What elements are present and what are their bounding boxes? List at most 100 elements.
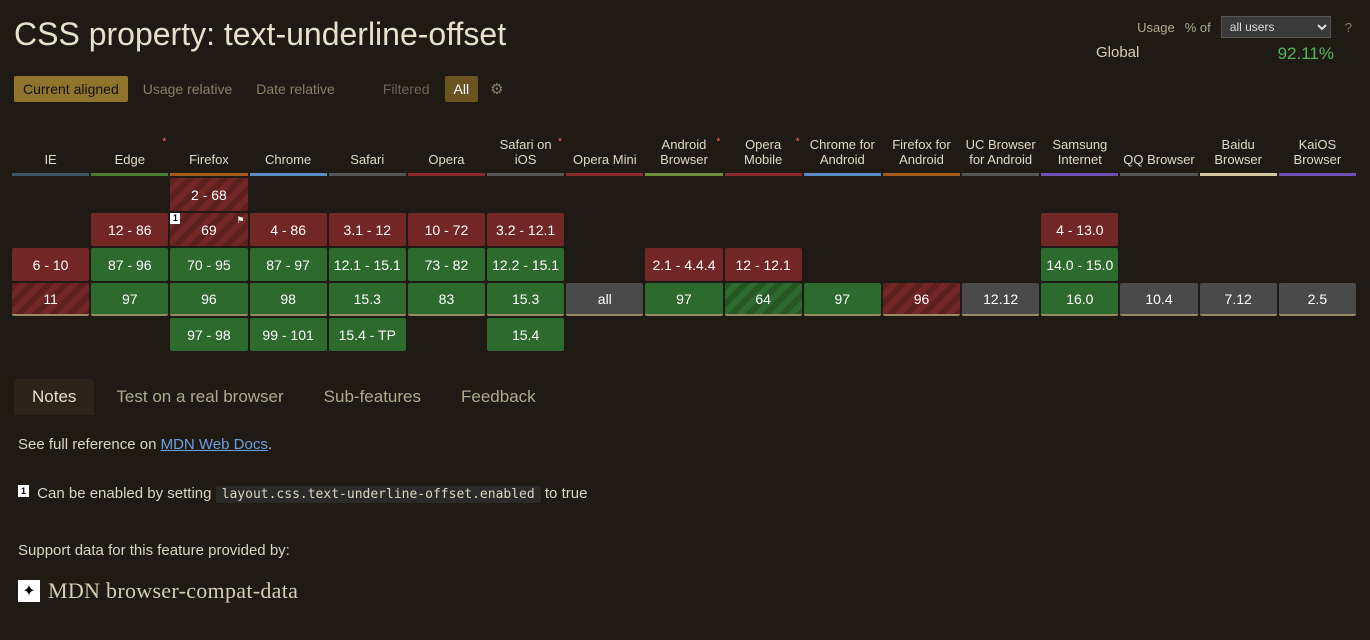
support-cell[interactable]: 12.1 - 15.1 — [329, 248, 406, 281]
support-cell[interactable]: 15.3 — [487, 283, 564, 316]
support-cell[interactable]: 10.4 — [1120, 283, 1197, 316]
support-cell — [1041, 178, 1118, 211]
support-cell[interactable]: 98 — [250, 283, 327, 316]
support-cell[interactable]: 7.12 — [1200, 283, 1277, 316]
support-cell[interactable]: 97 — [804, 283, 881, 316]
filter-filtered[interactable]: Filtered — [374, 76, 439, 102]
tab-feedback[interactable]: Feedback — [443, 379, 554, 415]
tab-notes[interactable]: Notes — [14, 379, 94, 415]
support-cell — [962, 318, 1039, 351]
support-cell[interactable]: 83 — [408, 283, 485, 316]
support-cell — [1279, 318, 1356, 351]
note-index-badge: 1 — [18, 485, 29, 497]
support-cell[interactable]: 97 — [645, 283, 722, 316]
note1-prefix: Can be enabled by setting — [33, 485, 216, 502]
support-cell — [883, 213, 960, 246]
tabs: NotesTest on a real browserSub-featuresF… — [0, 353, 1370, 421]
support-cell[interactable]: 99 - 101 — [250, 318, 327, 351]
support-cell[interactable]: 12.2 - 15.1 — [487, 248, 564, 281]
support-cell[interactable]: 15.4 - TP — [329, 318, 406, 351]
browser-header[interactable]: UC Browser for Android — [962, 118, 1039, 176]
support-cell[interactable]: 12 - 86 — [91, 213, 168, 246]
mdn-docs-link[interactable]: MDN Web Docs — [161, 436, 268, 453]
userset-select[interactable]: all users — [1221, 16, 1331, 38]
support-cell — [725, 213, 802, 246]
browser-header[interactable]: KaiOS Browser — [1279, 118, 1356, 176]
browser-header[interactable]: Chrome — [250, 118, 327, 176]
support-cell[interactable]: 16.0 — [1041, 283, 1118, 316]
note1-code: layout.css.text-underline-offset.enabled — [216, 486, 541, 503]
filter-current-aligned[interactable]: Current aligned — [14, 76, 128, 102]
support-cell[interactable]: 87 - 97 — [250, 248, 327, 281]
support-cell[interactable]: 15.4 — [487, 318, 564, 351]
support-cell — [12, 318, 89, 351]
browser-header[interactable]: QQ Browser — [1120, 118, 1197, 176]
support-cell — [962, 213, 1039, 246]
support-cell[interactable]: 73 - 82 — [408, 248, 485, 281]
support-cell[interactable]: 96 — [170, 283, 247, 316]
support-cell[interactable]: 12 - 12.1 — [725, 248, 802, 281]
browser-header[interactable]: Safari on iOS* — [487, 118, 564, 176]
support-cell — [91, 178, 168, 211]
support-cell[interactable]: 3.1 - 12 — [329, 213, 406, 246]
support-cell[interactable]: 3.2 - 12.1 — [487, 213, 564, 246]
support-cell — [1120, 318, 1197, 351]
support-cell[interactable]: 4 - 86 — [250, 213, 327, 246]
tab-sub-features[interactable]: Sub-features — [306, 379, 439, 415]
support-cell — [1200, 248, 1277, 281]
support-cell[interactable]: 14.0 - 15.0 — [1041, 248, 1118, 281]
browser-header[interactable]: Safari — [329, 118, 406, 176]
notes-ref-prefix: See full reference on — [18, 436, 161, 453]
support-cell — [12, 178, 89, 211]
support-cell — [1120, 213, 1197, 246]
gear-icon[interactable]: ⚙ — [490, 80, 503, 98]
browser-header[interactable]: Firefox — [170, 118, 247, 176]
browser-header[interactable]: Samsung Internet — [1041, 118, 1118, 176]
support-cell[interactable]: 70 - 95 — [170, 248, 247, 281]
support-cell — [804, 178, 881, 211]
support-cell — [487, 178, 564, 211]
support-cell — [962, 248, 1039, 281]
support-cell[interactable]: 64 — [725, 283, 802, 316]
filter-date-relative[interactable]: Date relative — [247, 76, 344, 102]
filter-all[interactable]: All — [445, 76, 479, 102]
support-cell[interactable]: 11 — [12, 283, 89, 316]
support-cell[interactable]: 15.3 — [329, 283, 406, 316]
support-cell — [804, 213, 881, 246]
filter-bar: Current aligned Usage relative Date rela… — [0, 64, 1370, 106]
support-cell[interactable]: 6 - 10 — [12, 248, 89, 281]
support-cell[interactable]: 4 - 13.0 — [1041, 213, 1118, 246]
browser-header[interactable]: Firefox for Android — [883, 118, 960, 176]
browser-header[interactable]: IE — [12, 118, 89, 176]
filter-usage-relative[interactable]: Usage relative — [134, 76, 242, 102]
support-cell — [804, 318, 881, 351]
support-cell[interactable]: 87 - 96 — [91, 248, 168, 281]
support-cell[interactable]: all — [566, 283, 643, 316]
support-cell[interactable]: 97 - 98 — [170, 318, 247, 351]
browser-header[interactable]: Edge* — [91, 118, 168, 176]
support-cell[interactable]: 12.12 — [962, 283, 1039, 316]
support-cell[interactable]: 2 - 68 — [170, 178, 247, 211]
browser-header[interactable]: Opera Mini — [566, 118, 643, 176]
support-cell[interactable]: 97 — [91, 283, 168, 316]
compat-data-label: MDN browser-compat-data — [48, 578, 298, 604]
browser-header[interactable]: Chrome for Android — [804, 118, 881, 176]
tab-test-on-a-real-browser[interactable]: Test on a real browser — [98, 379, 301, 415]
support-data-label: Support data for this feature provided b… — [18, 537, 1352, 564]
support-cell — [645, 178, 722, 211]
support-cell — [883, 178, 960, 211]
browser-header[interactable]: Baidu Browser — [1200, 118, 1277, 176]
support-cell[interactable]: 2.1 - 4.4.4 — [645, 248, 722, 281]
browser-header[interactable]: Opera — [408, 118, 485, 176]
support-cell[interactable]: 169⚑ — [170, 213, 247, 246]
support-cell — [645, 213, 722, 246]
support-cell[interactable]: 10 - 72 — [408, 213, 485, 246]
support-cell — [408, 178, 485, 211]
support-cell — [725, 318, 802, 351]
help-icon[interactable]: ? — [1341, 20, 1356, 35]
browser-header[interactable]: Opera Mobile* — [725, 118, 802, 176]
support-cell[interactable]: 2.5 — [1279, 283, 1356, 316]
support-table: IEEdge*FirefoxChromeSafariOperaSafari on… — [10, 116, 1358, 353]
support-cell[interactable]: 96 — [883, 283, 960, 316]
browser-header[interactable]: Android Browser* — [645, 118, 722, 176]
